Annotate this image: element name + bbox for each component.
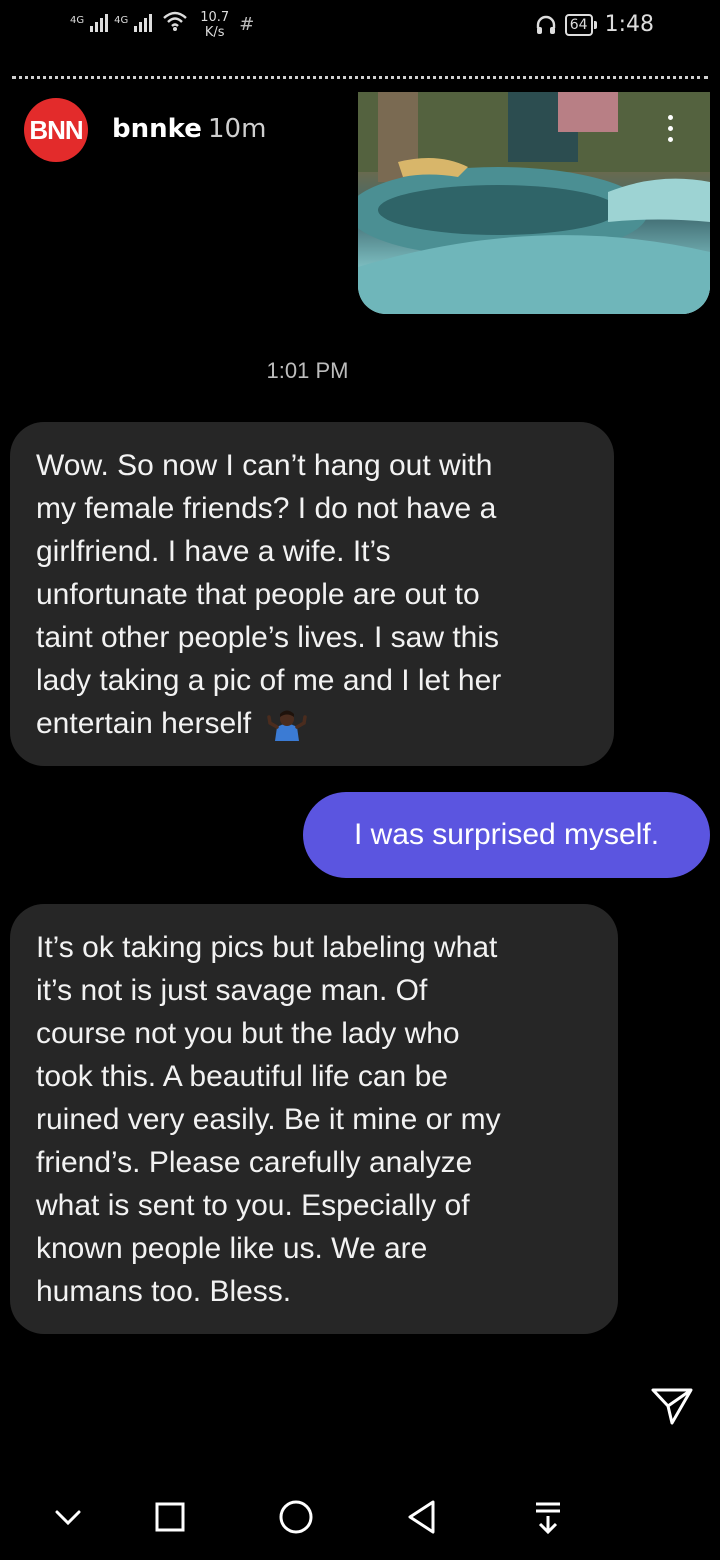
message-timestamp: 1:01 PM (266, 358, 349, 383)
message-line: It’s ok taking pics but labeling what (36, 931, 498, 964)
battery-icon: 64 (564, 13, 597, 36)
headphones-icon (536, 15, 555, 34)
outgoing-message[interactable]: I was surprised myself. (303, 792, 710, 878)
network-label-1: 4G (70, 15, 85, 26)
wifi-icon (163, 11, 188, 31)
message-line: what is sent to you. Especially of (36, 1189, 470, 1222)
back-triangle-icon[interactable] (406, 1498, 438, 1538)
message-line: course not you but the lady who (36, 1017, 460, 1050)
message-line: my female friends? I do not have a (36, 492, 497, 525)
signal-icon-2 (134, 10, 153, 32)
message-line-last: entertain herself (36, 702, 588, 745)
message-line: taint other people’s lives. I saw this (36, 621, 500, 654)
incoming-message[interactable]: It’s ok taking pics but labeling what it… (10, 904, 618, 1334)
message-line: Wow. So now I can’t hang out with (36, 449, 493, 482)
message-line: took this. A beautiful life can be (36, 1060, 448, 1093)
send-icon[interactable] (650, 1386, 694, 1426)
battery-level: 64 (564, 13, 593, 36)
square-icon[interactable] (154, 1498, 186, 1538)
navigation-bar (0, 1480, 720, 1560)
divider (12, 76, 708, 79)
more-vertical-icon[interactable] (660, 112, 680, 146)
network-label-2: 4G (114, 15, 129, 26)
status-right: 64 1:48 (535, 12, 654, 37)
person-shrugging-emoji (267, 710, 308, 742)
download-icon[interactable] (532, 1498, 564, 1538)
post-time: 10m (208, 114, 267, 144)
message-line: humans too. Bless. (36, 1275, 292, 1308)
circle-icon[interactable] (278, 1498, 314, 1538)
message-line: lady taking a pic of me and I let her (36, 664, 502, 697)
nfc-icon: # (239, 14, 255, 35)
chevron-down-icon[interactable] (54, 1498, 82, 1538)
avatar[interactable]: BNN (24, 98, 88, 162)
signal-icon (90, 10, 109, 32)
status-left: 4G 4G 10.7 K/s # (70, 10, 254, 40)
message-line: friend’s. Please carefully analyze (36, 1146, 473, 1179)
incoming-message[interactable]: Wow. So now I can’t hang out with my fem… (10, 422, 614, 766)
message-text: entertain herself (36, 707, 252, 740)
message-line: it’s not is just savage man. Of (36, 974, 428, 1007)
username[interactable]: bnnke (112, 114, 202, 144)
shared-photo[interactable] (358, 92, 710, 314)
message-line: unfortunate that people are out to (36, 578, 480, 611)
clock: 1:48 (604, 12, 654, 37)
speed-unit: K/s (204, 25, 225, 40)
message-line: girlfriend. I have a wife. It’s (36, 535, 391, 568)
message-line: known people like us. We are (36, 1232, 428, 1265)
speed-value: 10.7 (200, 10, 230, 25)
message-line: ruined very easily. Be it mine or my (36, 1103, 501, 1136)
photo-content (358, 92, 710, 314)
network-speed: 10.7 K/s (200, 10, 229, 40)
status-bar: 4G 4G 10.7 K/s # 64 1:48 (0, 0, 720, 56)
